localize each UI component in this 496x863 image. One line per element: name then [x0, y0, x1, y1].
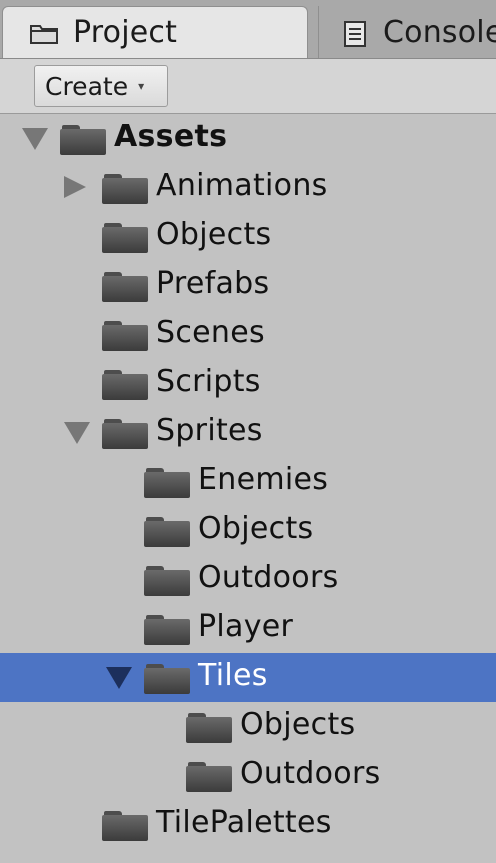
tab-bar: Project Console: [0, 0, 496, 59]
tree-item-label: Enemies: [198, 462, 329, 497]
tree-item-label: Outdoors: [240, 756, 381, 791]
tree-item-objects[interactable]: Objects: [0, 506, 496, 555]
tree-item-animations[interactable]: Animations: [0, 163, 496, 212]
folder-icon: [102, 272, 148, 302]
tree-item-label: TilePalettes: [156, 805, 332, 840]
tab-console[interactable]: Console: [318, 6, 496, 58]
folder-icon: [102, 223, 148, 253]
tab-console-label: Console: [383, 14, 496, 50]
expand-arrow-down-icon[interactable]: [106, 667, 132, 689]
tree-item-assets[interactable]: Assets: [0, 114, 496, 163]
folder-icon: [102, 811, 148, 841]
tree-item-label: Outdoors: [198, 560, 339, 595]
tree-item-prefabs[interactable]: Prefabs: [0, 261, 496, 310]
tree-item-label: Sprites: [156, 413, 263, 448]
tree-item-objects[interactable]: Objects: [0, 702, 496, 751]
folder-icon: [102, 321, 148, 351]
tree-item-label: Scenes: [156, 315, 265, 350]
tree-item-label: Scripts: [156, 364, 261, 399]
folder-icon: [144, 615, 190, 645]
tab-project[interactable]: Project: [2, 6, 308, 58]
tree-item-enemies[interactable]: Enemies: [0, 457, 496, 506]
create-button[interactable]: Create ▾: [34, 65, 168, 107]
tree-item-label: Animations: [156, 168, 328, 203]
folder-icon: [186, 762, 232, 792]
folder-icon: [102, 419, 148, 449]
folder-icon: [144, 566, 190, 596]
tree-item-label: Assets: [114, 119, 228, 154]
folder-tab-icon: [29, 21, 59, 45]
dropdown-arrow-icon: ▾: [138, 79, 145, 93]
tree-item-label: Objects: [240, 707, 356, 742]
tab-project-label: Project: [73, 15, 178, 50]
console-icon: [343, 20, 373, 47]
project-window: Project Console Create ▾ Assets Animation…: [0, 0, 496, 863]
tree-item-scenes[interactable]: Scenes: [0, 310, 496, 359]
tree-item-tiles[interactable]: Tiles: [0, 653, 496, 702]
tree-item-label: Objects: [198, 511, 314, 546]
tree-item-objects[interactable]: Objects: [0, 212, 496, 261]
toolbar: Create ▾: [0, 59, 496, 114]
expand-arrow-down-icon[interactable]: [64, 422, 90, 444]
expand-arrow-down-icon[interactable]: [22, 128, 48, 150]
folder-icon: [102, 370, 148, 400]
tree-item-label: Prefabs: [156, 266, 270, 301]
create-button-label: Create: [45, 71, 129, 101]
tree-item-tilepalettes[interactable]: TilePalettes: [0, 800, 496, 849]
tree-item-outdoors[interactable]: Outdoors: [0, 751, 496, 800]
tree-item-scripts[interactable]: Scripts: [0, 359, 496, 408]
folder-icon: [60, 125, 106, 155]
tree-item-label: Objects: [156, 217, 272, 252]
folder-icon: [144, 517, 190, 547]
folder-icon: [102, 174, 148, 204]
tree-item-outdoors[interactable]: Outdoors: [0, 555, 496, 604]
folder-icon: [144, 468, 190, 498]
tree-item-label: Player: [198, 609, 294, 644]
tree-item-label: Tiles: [198, 658, 268, 693]
folder-icon: [144, 664, 190, 694]
tree-item-player[interactable]: Player: [0, 604, 496, 653]
expand-arrow-right-icon[interactable]: [64, 176, 86, 198]
tree-item-sprites[interactable]: Sprites: [0, 408, 496, 457]
folder-icon: [186, 713, 232, 743]
project-tree: Assets Animations Objects Prefabs Scenes Scri…: [0, 114, 496, 863]
